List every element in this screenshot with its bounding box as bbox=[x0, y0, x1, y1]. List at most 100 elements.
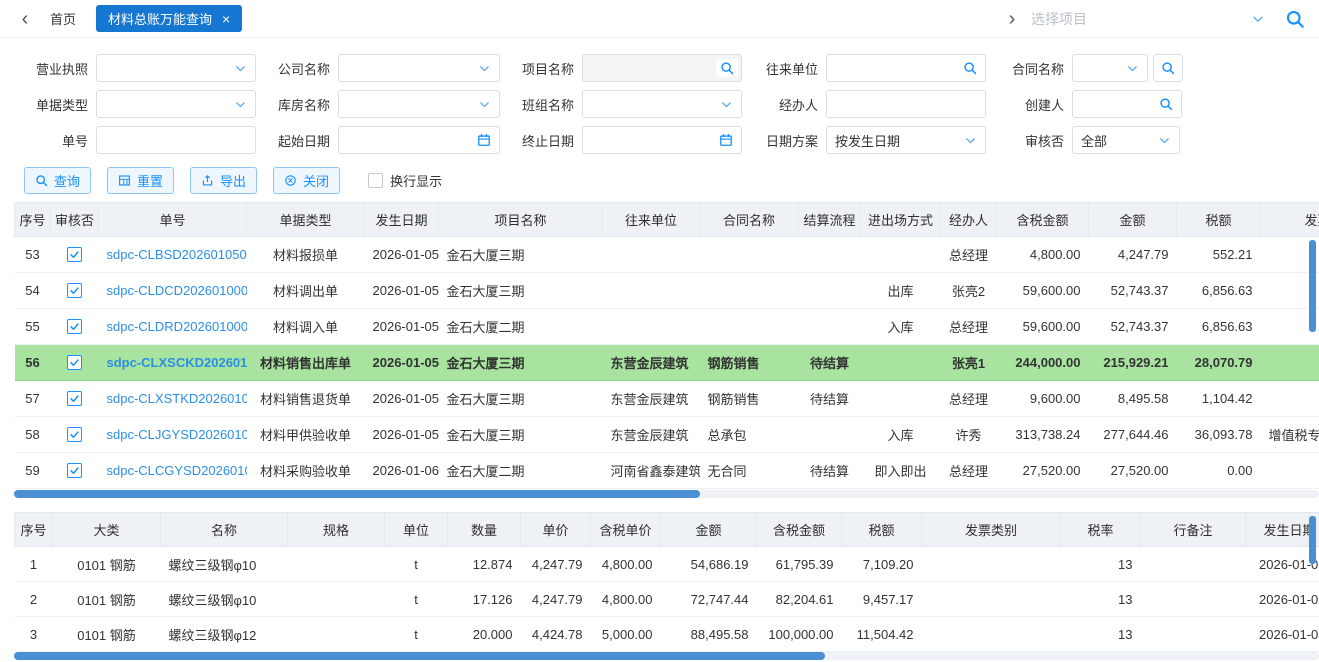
wrap-display-checkbox[interactable] bbox=[368, 173, 383, 188]
tab-material-ledger-query[interactable]: 材料总账万能查询 × bbox=[96, 5, 242, 32]
row-checkbox[interactable] bbox=[67, 283, 82, 298]
cell: 12.874 bbox=[448, 547, 521, 582]
scrollbar-thumb[interactable] bbox=[14, 652, 825, 660]
agent-input[interactable] bbox=[826, 90, 986, 118]
export-button[interactable]: 导出 bbox=[190, 167, 257, 194]
project-name-input[interactable] bbox=[582, 54, 742, 82]
search-icon[interactable] bbox=[1285, 9, 1305, 29]
date-scheme-select[interactable]: 按发生日期 bbox=[826, 126, 986, 154]
company-name-select[interactable] bbox=[338, 54, 500, 82]
column-header[interactable]: 单据类型 bbox=[247, 203, 365, 237]
column-header[interactable]: 序号 bbox=[15, 203, 51, 237]
table-row[interactable]: 57sdpc-CLXSTKD20260105材料销售退货单2026-01-05金… bbox=[15, 381, 1319, 417]
doc-type-select[interactable] bbox=[96, 90, 256, 118]
warehouse-name-select[interactable] bbox=[338, 90, 500, 118]
row-checkbox[interactable] bbox=[67, 319, 82, 334]
doc-no-link[interactable]: sdpc-CLXSCKD20260105 bbox=[107, 355, 247, 370]
search-icon bbox=[1159, 97, 1173, 111]
forward-icon[interactable]: › bbox=[1001, 9, 1023, 29]
cell: 材料调入单 bbox=[247, 309, 365, 345]
table-row[interactable]: 55sdpc-CLDRD2026010000材料调入单2026-01-05金石大… bbox=[15, 309, 1319, 345]
column-header[interactable]: 项目名称 bbox=[439, 203, 603, 237]
row-checkbox[interactable] bbox=[67, 247, 82, 262]
column-header[interactable]: 行备注 bbox=[1141, 513, 1246, 547]
column-header[interactable]: 往来单位 bbox=[603, 203, 700, 237]
doc-no-input[interactable] bbox=[96, 126, 256, 154]
team-name-select[interactable] bbox=[582, 90, 742, 118]
partner-unit-input[interactable] bbox=[826, 54, 986, 82]
column-header[interactable]: 发生日期 bbox=[365, 203, 439, 237]
close-icon[interactable]: × bbox=[222, 12, 230, 26]
table-row[interactable]: 53sdpc-CLBSD2026010500材料报损单2026-01-05金石大… bbox=[15, 237, 1319, 273]
doc-no-link[interactable]: sdpc-CLDCD2026010000 bbox=[107, 283, 247, 298]
contract-name-select[interactable] bbox=[1072, 54, 1148, 82]
creator-input[interactable] bbox=[1072, 90, 1182, 118]
contract-name-search-button[interactable] bbox=[1153, 54, 1183, 82]
column-header[interactable]: 进出场方式 bbox=[861, 203, 941, 237]
detail-row[interactable]: 10101 钢筋螺纹三级钢φ10t12.8744,247.794,800.005… bbox=[15, 547, 1319, 582]
column-header[interactable]: 含税金额 bbox=[757, 513, 842, 547]
horizontal-scrollbar-main[interactable] bbox=[14, 490, 1319, 498]
column-header[interactable]: 名称 bbox=[161, 513, 288, 547]
detail-row[interactable]: 20101 钢筋螺纹三级钢φ10t17.1264,247.794,800.007… bbox=[15, 582, 1319, 617]
column-header[interactable]: 含税单价 bbox=[591, 513, 661, 547]
column-header[interactable]: 金额 bbox=[1089, 203, 1177, 237]
export-icon bbox=[201, 174, 214, 187]
reset-button[interactable]: 重置 bbox=[107, 167, 174, 194]
column-header[interactable]: 经办人 bbox=[941, 203, 997, 237]
filter-doc-no: 单号 bbox=[14, 126, 256, 154]
table-row[interactable]: 56sdpc-CLXSCKD20260105材料销售出库单2026-01-05金… bbox=[15, 345, 1319, 381]
chevron-down-icon bbox=[1158, 134, 1171, 147]
table-row[interactable]: 54sdpc-CLDCD2026010000材料调出单2026-01-05金石大… bbox=[15, 273, 1319, 309]
start-date-input[interactable] bbox=[338, 126, 500, 154]
column-header[interactable]: 大类 bbox=[53, 513, 161, 547]
doc-no-link[interactable]: sdpc-CLCGYSD20260106 bbox=[107, 463, 247, 478]
row-checkbox[interactable] bbox=[67, 391, 82, 406]
detail-row[interactable]: 30101 钢筋螺纹三级钢φ12t20.0004,424.785,000.008… bbox=[15, 617, 1319, 652]
column-header[interactable]: 数量 bbox=[448, 513, 521, 547]
wrap-display-checkbox-group[interactable]: 换行显示 bbox=[368, 171, 442, 190]
cell: 螺纹三级钢φ12 bbox=[161, 617, 288, 652]
vertical-scrollbar-detail[interactable] bbox=[1309, 516, 1316, 564]
vertical-scrollbar-main[interactable] bbox=[1309, 240, 1316, 332]
doc-no-link[interactable]: sdpc-CLXSTKD20260105 bbox=[107, 391, 247, 406]
table-row[interactable]: 58sdpc-CLJGYSD20260105材料甲供验收单2026-01-05金… bbox=[15, 417, 1319, 453]
column-header[interactable]: 单价 bbox=[521, 513, 591, 547]
cell: 即入即出 bbox=[861, 453, 941, 489]
horizontal-scrollbar-detail[interactable] bbox=[14, 652, 1319, 660]
row-checkbox[interactable] bbox=[67, 355, 82, 370]
doc-no-link[interactable]: sdpc-CLJGYSD20260105 bbox=[107, 427, 247, 442]
column-header[interactable]: 合同名称 bbox=[700, 203, 799, 237]
column-header[interactable]: 序号 bbox=[15, 513, 53, 547]
column-header[interactable]: 税额 bbox=[842, 513, 922, 547]
audit-status-select[interactable]: 全部 bbox=[1072, 126, 1180, 154]
doc-no-link[interactable]: sdpc-CLBSD2026010500 bbox=[107, 247, 247, 262]
column-header[interactable]: 发生日期 bbox=[1246, 513, 1319, 547]
column-header[interactable]: 发票类别 bbox=[1261, 203, 1319, 237]
project-select[interactable]: 选择项目 bbox=[1023, 4, 1273, 34]
scrollbar-thumb[interactable] bbox=[14, 490, 700, 498]
tab-home[interactable]: 首页 bbox=[50, 9, 76, 28]
column-header[interactable]: 含税金额 bbox=[997, 203, 1089, 237]
filter-warehouse-name: 库房名称 bbox=[264, 90, 500, 118]
table-row[interactable]: 59sdpc-CLCGYSD20260106材料采购验收单2026-01-06金… bbox=[15, 453, 1319, 489]
column-header[interactable]: 规格 bbox=[288, 513, 385, 547]
column-header[interactable]: 金额 bbox=[661, 513, 757, 547]
column-header[interactable]: 税额 bbox=[1177, 203, 1261, 237]
end-date-input[interactable] bbox=[582, 126, 742, 154]
column-header[interactable]: 单号 bbox=[99, 203, 247, 237]
main-table-container: 序号审核否单号单据类型发生日期项目名称往来单位合同名称结算流程进出场方式经办人含… bbox=[14, 202, 1319, 489]
business-license-select[interactable] bbox=[96, 54, 256, 82]
row-checkbox[interactable] bbox=[67, 427, 82, 442]
column-header[interactable]: 发票类别 bbox=[922, 513, 1061, 547]
column-header[interactable]: 单位 bbox=[385, 513, 448, 547]
query-button[interactable]: 查询 bbox=[24, 167, 91, 194]
back-icon[interactable]: ‹ bbox=[14, 9, 36, 29]
cell: 1,104.42 bbox=[1177, 381, 1261, 417]
column-header[interactable]: 审核否 bbox=[51, 203, 99, 237]
doc-no-link[interactable]: sdpc-CLDRD2026010000 bbox=[107, 319, 247, 334]
close-button[interactable]: 关闭 bbox=[273, 167, 340, 194]
row-checkbox[interactable] bbox=[67, 463, 82, 478]
column-header[interactable]: 税率 bbox=[1061, 513, 1141, 547]
column-header[interactable]: 结算流程 bbox=[799, 203, 861, 237]
